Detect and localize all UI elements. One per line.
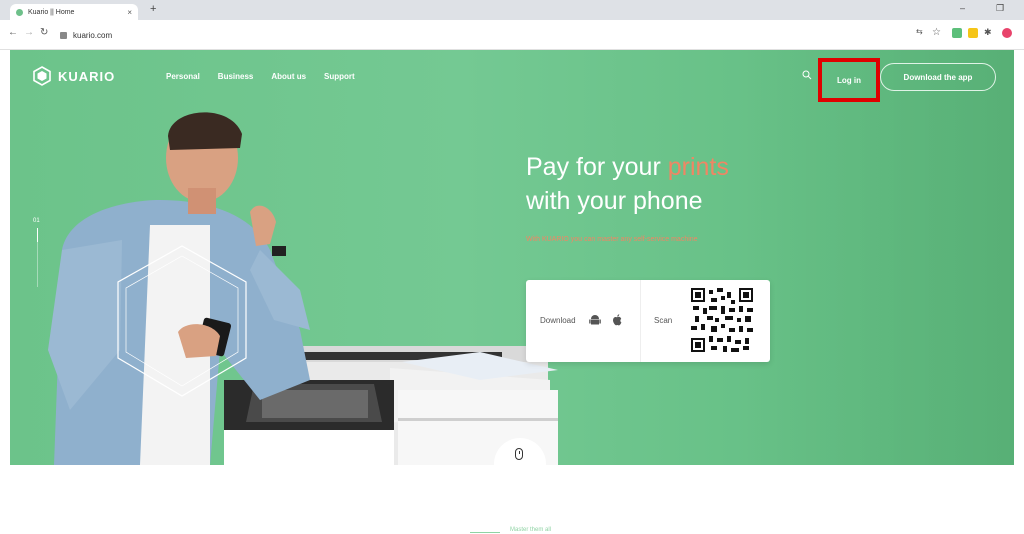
extensions-puzzle-icon[interactable]: ✱ [984, 27, 992, 38]
browser-tab[interactable]: Kuario || Home × [10, 4, 138, 20]
url-text: kuario.com [73, 30, 113, 40]
back-arrow-icon[interactable]: ← [8, 27, 18, 38]
kuario-logo[interactable]: KUARIO [32, 66, 115, 86]
apple-icon[interactable] [612, 314, 622, 326]
download-app-label: Download the app [903, 72, 973, 82]
scan-label: Scan [654, 316, 673, 325]
login-label: Log in [837, 75, 861, 85]
site-favicon-icon [16, 8, 23, 16]
kuario-logo-icon [33, 66, 51, 86]
address-bar-row: ← → ↻ kuario.com ⇆ ☆ ✱ [0, 20, 1024, 50]
section-label: Master them all [510, 527, 552, 533]
main-nav: Personal Business About us Support [166, 72, 355, 81]
bookmark-star-icon[interactable]: ☆ [932, 27, 941, 38]
section-divider-line [470, 532, 500, 533]
hero-banner: KUARIO Personal Business About us Suppor… [10, 50, 1014, 465]
tab-close-icon[interactable]: × [127, 8, 132, 17]
download-app-button[interactable]: Download the app [880, 63, 996, 91]
new-tab-icon[interactable]: + [150, 3, 156, 15]
slide-progress-active [37, 228, 38, 242]
headline-line2: with your phone [526, 187, 703, 215]
android-icon[interactable] [589, 315, 601, 326]
login-button[interactable]: Log in [818, 58, 880, 102]
restore-icon[interactable]: ❐ [996, 3, 1004, 14]
browser-tab-strip: Kuario || Home × + – ❐ [0, 0, 1024, 20]
reload-icon[interactable]: ↻ [40, 27, 48, 38]
download-label: Download [540, 316, 576, 325]
extension-green-icon[interactable] [952, 28, 962, 38]
logo-text: KUARIO [58, 68, 116, 84]
lock-icon [60, 31, 67, 39]
nav-about-us[interactable]: About us [271, 72, 306, 81]
hero-illustration [48, 112, 558, 465]
headline-accent: prints [667, 153, 729, 181]
tab-title: Kuario || Home [28, 8, 75, 16]
qr-code [691, 288, 753, 352]
headline-prefix: Pay for your [526, 153, 668, 181]
scroll-mouse-icon[interactable] [515, 448, 523, 460]
slide-progress-track [37, 242, 38, 287]
hero-headline: Pay for your prints with your phone [526, 150, 729, 218]
card-divider [640, 280, 641, 362]
extension-yellow-icon[interactable] [968, 28, 978, 38]
hero-subline: With KUARIO you can master any self-serv… [526, 236, 698, 243]
hero-shade [734, 50, 1014, 465]
profile-avatar-icon[interactable] [1002, 28, 1012, 38]
search-icon[interactable] [802, 70, 812, 80]
forward-arrow-icon[interactable]: → [24, 27, 34, 38]
download-card: Download Scan [526, 280, 770, 362]
url-field[interactable]: kuario.com [60, 26, 910, 44]
minimize-icon[interactable]: – [960, 3, 965, 13]
nav-support[interactable]: Support [324, 72, 355, 81]
nav-personal[interactable]: Personal [166, 72, 200, 81]
nav-business[interactable]: Business [218, 72, 254, 81]
translate-icon[interactable]: ⇆ [916, 27, 923, 36]
slide-number: 01 [33, 218, 40, 224]
